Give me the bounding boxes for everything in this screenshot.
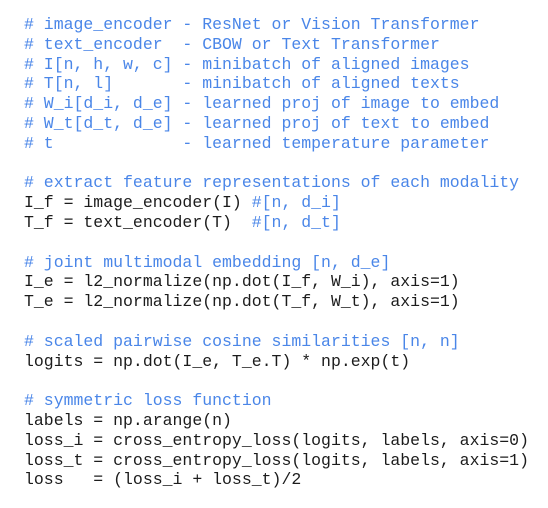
code-comment: #[n, d_t] (251, 212, 341, 232)
code-line: # extract feature representations of eac… (24, 173, 529, 193)
code-line: # I[n, h, w, c] - minibatch of aligned i… (24, 55, 529, 75)
code-line: T_e = l2_normalize(np.dot(T_f, W_t), axi… (24, 292, 529, 312)
code-line: # text_encoder - CBOW or Text Transforme… (24, 35, 529, 55)
code-comment: # text_encoder - CBOW or Text Transforme… (24, 34, 440, 54)
code-line: # scaled pairwise cosine similarities [n… (24, 332, 529, 352)
code-line: labels = np.arange(n) (24, 411, 529, 431)
code-line: # W_t[d_t, d_e] - learned proj of text t… (24, 114, 529, 134)
code-text: T_f = text_encoder(T) (24, 212, 252, 232)
code-text: T_e = l2_normalize(np.dot(T_f, W_t), axi… (24, 292, 460, 312)
code-text: logits = np.dot(I_e, T_e.T) * np.exp(t) (24, 351, 411, 371)
code-line: loss_i = cross_entropy_loss(logits, labe… (24, 431, 529, 451)
code-comment: # W_t[d_t, d_e] - learned proj of text t… (24, 113, 490, 133)
code-comment: # W_i[d_i, d_e] - learned proj of image … (24, 94, 500, 114)
code-text: loss_i = cross_entropy_loss(logits, labe… (24, 430, 529, 450)
code-line: I_e = l2_normalize(np.dot(I_f, W_i), axi… (24, 272, 529, 292)
code-line: loss = (loss_i + loss_t)/2 (24, 470, 529, 490)
code-comment: # extract feature representations of eac… (24, 173, 520, 193)
code-comment: # joint multimodal embedding [n, d_e] (24, 252, 391, 272)
code-line: loss_t = cross_entropy_loss(logits, labe… (24, 451, 529, 471)
code-line: # image_encoder - ResNet or Vision Trans… (24, 15, 529, 35)
code-line: T_f = text_encoder(T) #[n, d_t] (24, 213, 529, 233)
code-line: # W_i[d_i, d_e] - learned proj of image … (24, 94, 529, 114)
code-text: loss = (loss_i + loss_t)/2 (24, 470, 302, 490)
code-comment: # I[n, h, w, c] - minibatch of aligned i… (24, 54, 470, 74)
code-comment: # image_encoder - ResNet or Vision Trans… (24, 15, 480, 34)
code-comment: # t - learned temperature parameter (24, 133, 490, 153)
code-comment: #[n, d_i] (251, 193, 341, 213)
code-comment: # scaled pairwise cosine similarities [n… (24, 331, 460, 351)
code-comment: # symmetric loss function (24, 391, 272, 411)
code-text: loss_t = cross_entropy_loss(logits, labe… (24, 450, 529, 470)
code-block: # image_encoder - ResNet or Vision Trans… (24, 15, 529, 490)
code-line: I_f = image_encoder(I) #[n, d_i] (24, 193, 529, 213)
code-line: # t - learned temperature parameter (24, 134, 529, 154)
code-comment: # T[n, l] - minibatch of aligned texts (24, 74, 460, 94)
code-line: # symmetric loss function (24, 391, 529, 411)
code-line: logits = np.dot(I_e, T_e.T) * np.exp(t) (24, 352, 529, 372)
code-line: # joint multimodal embedding [n, d_e] (24, 253, 529, 273)
code-text: labels = np.arange(n) (24, 410, 232, 430)
code-line: # T[n, l] - minibatch of aligned texts (24, 74, 529, 94)
code-text: I_f = image_encoder(I) (24, 193, 252, 213)
code-text: I_e = l2_normalize(np.dot(I_f, W_i), axi… (24, 272, 460, 292)
